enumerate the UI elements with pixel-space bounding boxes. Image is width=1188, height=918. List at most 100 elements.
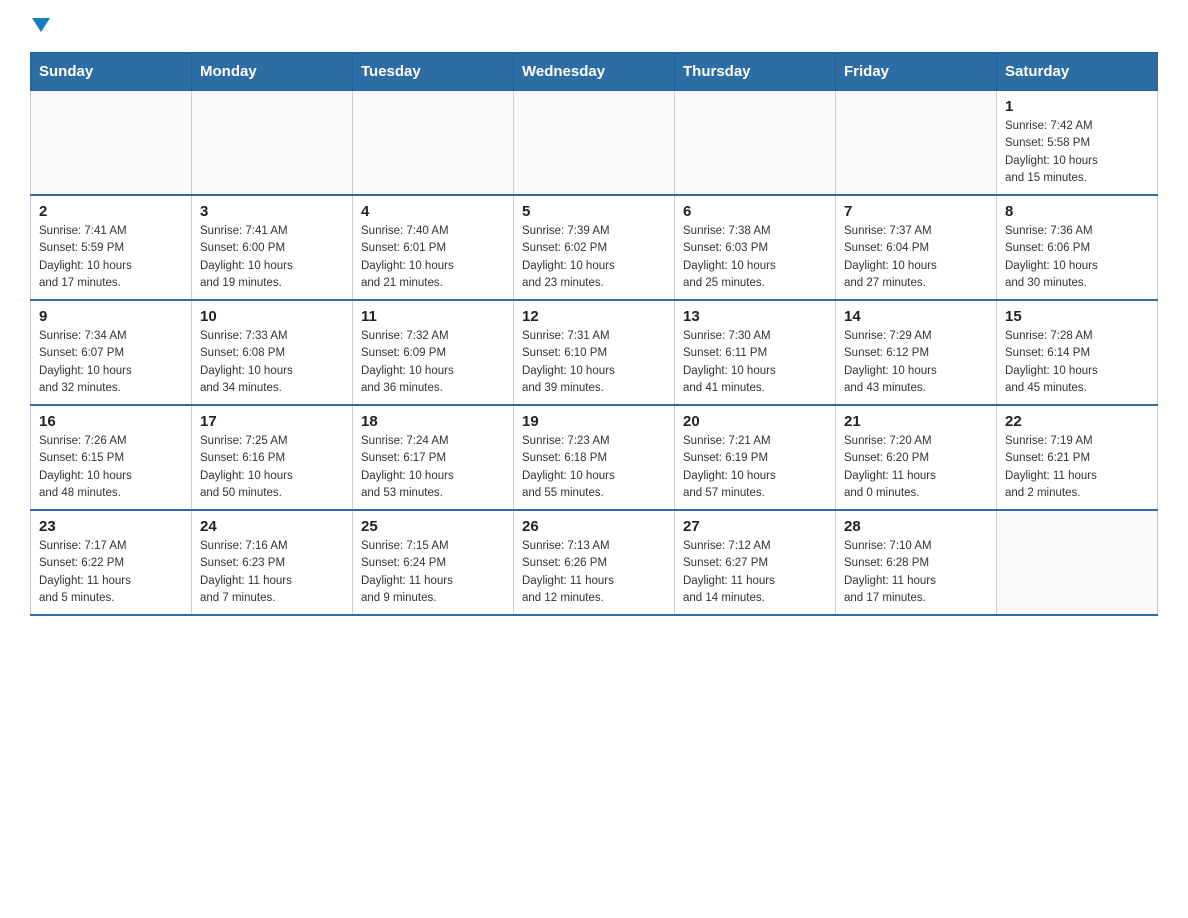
day-info: Sunrise: 7:38 AM Sunset: 6:03 PM Dayligh… <box>683 223 827 292</box>
day-number: 23 <box>39 518 183 535</box>
calendar-day-cell: 23 Sunrise: 7:17 AM Sunset: 6:22 PM Dayli… <box>31 510 192 615</box>
day-number: 18 <box>361 413 505 430</box>
header-tuesday: Tuesday <box>353 53 514 91</box>
day-info: Sunrise: 7:15 AM Sunset: 6:24 PM Dayligh… <box>361 538 505 607</box>
calendar-day-cell: 25 Sunrise: 7:15 AM Sunset: 6:24 PM Dayli… <box>353 510 514 615</box>
day-number: 6 <box>683 203 827 220</box>
day-number: 22 <box>1005 413 1149 430</box>
calendar-week-row: 9Sunrise: 7:34 AM Sunset: 6:07 PM Daylig… <box>31 300 1158 405</box>
calendar-day-cell: 27 Sunrise: 7:12 AM Sunset: 6:27 PM Dayli… <box>675 510 836 615</box>
day-info: Sunrise: 7:25 AM Sunset: 6:16 PM Dayligh… <box>200 433 344 502</box>
day-info: Sunrise: 7:20 AM Sunset: 6:20 PM Dayligh… <box>844 433 988 502</box>
calendar-body: 1 Sunrise: 7:42 AM Sunset: 5:58 PM Daylig… <box>31 91 1158 616</box>
day-info: Sunrise: 7:28 AM Sunset: 6:14 PM Dayligh… <box>1005 328 1149 397</box>
day-info: Sunrise: 7:40 AM Sunset: 6:01 PM Dayligh… <box>361 223 505 292</box>
day-info: Sunrise: 7:36 AM Sunset: 6:06 PM Dayligh… <box>1005 223 1149 292</box>
header-saturday: Saturday <box>997 53 1158 91</box>
day-info: Sunrise: 7:31 AM Sunset: 6:10 PM Dayligh… <box>522 328 666 397</box>
day-info: Sunrise: 7:24 AM Sunset: 6:17 PM Dayligh… <box>361 433 505 502</box>
day-info: Sunrise: 7:41 AM Sunset: 5:59 PM Dayligh… <box>39 223 183 292</box>
day-info: Sunrise: 7:30 AM Sunset: 6:11 PM Dayligh… <box>683 328 827 397</box>
header-monday: Monday <box>192 53 353 91</box>
calendar-day-cell: 3 Sunrise: 7:41 AM Sunset: 6:00 PM Daylig… <box>192 195 353 300</box>
day-info: Sunrise: 7:21 AM Sunset: 6:19 PM Dayligh… <box>683 433 827 502</box>
weekday-header-row: Sunday Monday Tuesday Wednesday Thursday… <box>31 53 1158 91</box>
calendar-day-cell <box>997 510 1158 615</box>
day-number: 28 <box>844 518 988 535</box>
calendar-week-row: 23 Sunrise: 7:17 AM Sunset: 6:22 PM Dayli… <box>31 510 1158 615</box>
calendar-day-cell: 14 Sunrise: 7:29 AM Sunset: 6:12 PM Dayli… <box>836 300 997 405</box>
logo <box>30 20 50 34</box>
header-thursday: Thursday <box>675 53 836 91</box>
day-info: Sunrise: 7:29 AM Sunset: 6:12 PM Dayligh… <box>844 328 988 397</box>
day-info: Sunrise: 7:16 AM Sunset: 6:23 PM Dayligh… <box>200 538 344 607</box>
day-info: Sunrise: 7:32 AM Sunset: 6:09 PM Dayligh… <box>361 328 505 397</box>
page-header <box>30 20 1158 34</box>
day-number: 11 <box>361 308 505 325</box>
day-info: Sunrise: 7:23 AM Sunset: 6:18 PM Dayligh… <box>522 433 666 502</box>
day-number: 13 <box>683 308 827 325</box>
calendar-day-cell: 13 Sunrise: 7:30 AM Sunset: 6:11 PM Dayli… <box>675 300 836 405</box>
day-number: 3 <box>200 203 344 220</box>
day-number: 5 <box>522 203 666 220</box>
calendar-day-cell: 16 Sunrise: 7:26 AM Sunset: 6:15 PM Dayli… <box>31 405 192 510</box>
day-info: Sunrise: 7:26 AM Sunset: 6:15 PM Dayligh… <box>39 433 183 502</box>
day-number: 12 <box>522 308 666 325</box>
day-info: Sunrise: 7:17 AM Sunset: 6:22 PM Dayligh… <box>39 538 183 607</box>
day-number: 17 <box>200 413 344 430</box>
calendar-day-cell: 20Sunrise: 7:21 AM Sunset: 6:19 PM Dayli… <box>675 405 836 510</box>
calendar-day-cell: 6 Sunrise: 7:38 AM Sunset: 6:03 PM Daylig… <box>675 195 836 300</box>
calendar-week-row: 1 Sunrise: 7:42 AM Sunset: 5:58 PM Daylig… <box>31 91 1158 196</box>
calendar-day-cell: 4 Sunrise: 7:40 AM Sunset: 6:01 PM Daylig… <box>353 195 514 300</box>
calendar-day-cell: 22 Sunrise: 7:19 AM Sunset: 6:21 PM Dayli… <box>997 405 1158 510</box>
day-info: Sunrise: 7:33 AM Sunset: 6:08 PM Dayligh… <box>200 328 344 397</box>
calendar-day-cell: 15 Sunrise: 7:28 AM Sunset: 6:14 PM Dayli… <box>997 300 1158 405</box>
day-info: Sunrise: 7:37 AM Sunset: 6:04 PM Dayligh… <box>844 223 988 292</box>
day-number: 2 <box>39 203 183 220</box>
calendar-day-cell <box>836 91 997 196</box>
calendar-day-cell: 19 Sunrise: 7:23 AM Sunset: 6:18 PM Dayli… <box>514 405 675 510</box>
calendar-week-row: 16 Sunrise: 7:26 AM Sunset: 6:15 PM Dayli… <box>31 405 1158 510</box>
day-info: Sunrise: 7:10 AM Sunset: 6:28 PM Dayligh… <box>844 538 988 607</box>
calendar-day-cell <box>675 91 836 196</box>
calendar-day-cell <box>192 91 353 196</box>
header-friday: Friday <box>836 53 997 91</box>
calendar-day-cell: 9Sunrise: 7:34 AM Sunset: 6:07 PM Daylig… <box>31 300 192 405</box>
day-info: Sunrise: 7:13 AM Sunset: 6:26 PM Dayligh… <box>522 538 666 607</box>
calendar-day-cell <box>514 91 675 196</box>
day-number: 21 <box>844 413 988 430</box>
calendar-day-cell: 24Sunrise: 7:16 AM Sunset: 6:23 PM Dayli… <box>192 510 353 615</box>
calendar-day-cell: 17 Sunrise: 7:25 AM Sunset: 6:16 PM Dayli… <box>192 405 353 510</box>
day-number: 8 <box>1005 203 1149 220</box>
day-number: 10 <box>200 308 344 325</box>
day-number: 1 <box>1005 98 1149 115</box>
calendar-header: Sunday Monday Tuesday Wednesday Thursday… <box>31 53 1158 91</box>
header-wednesday: Wednesday <box>514 53 675 91</box>
calendar-day-cell <box>31 91 192 196</box>
calendar-day-cell: 18 Sunrise: 7:24 AM Sunset: 6:17 PM Dayli… <box>353 405 514 510</box>
day-number: 27 <box>683 518 827 535</box>
day-info: Sunrise: 7:41 AM Sunset: 6:00 PM Dayligh… <box>200 223 344 292</box>
calendar-day-cell: 26 Sunrise: 7:13 AM Sunset: 6:26 PM Dayli… <box>514 510 675 615</box>
day-info: Sunrise: 7:19 AM Sunset: 6:21 PM Dayligh… <box>1005 433 1149 502</box>
day-info: Sunrise: 7:39 AM Sunset: 6:02 PM Dayligh… <box>522 223 666 292</box>
calendar-day-cell: 8 Sunrise: 7:36 AM Sunset: 6:06 PM Daylig… <box>997 195 1158 300</box>
calendar-day-cell: 12 Sunrise: 7:31 AM Sunset: 6:10 PM Dayli… <box>514 300 675 405</box>
day-number: 16 <box>39 413 183 430</box>
calendar-day-cell: 21 Sunrise: 7:20 AM Sunset: 6:20 PM Dayli… <box>836 405 997 510</box>
calendar-day-cell: 10 Sunrise: 7:33 AM Sunset: 6:08 PM Dayli… <box>192 300 353 405</box>
header-sunday: Sunday <box>31 53 192 91</box>
day-info: Sunrise: 7:12 AM Sunset: 6:27 PM Dayligh… <box>683 538 827 607</box>
calendar-day-cell: 5 Sunrise: 7:39 AM Sunset: 6:02 PM Daylig… <box>514 195 675 300</box>
day-number: 9 <box>39 308 183 325</box>
day-number: 19 <box>522 413 666 430</box>
day-number: 25 <box>361 518 505 535</box>
day-number: 15 <box>1005 308 1149 325</box>
day-info: Sunrise: 7:42 AM Sunset: 5:58 PM Dayligh… <box>1005 118 1149 187</box>
day-number: 4 <box>361 203 505 220</box>
calendar-day-cell: 1 Sunrise: 7:42 AM Sunset: 5:58 PM Daylig… <box>997 91 1158 196</box>
day-number: 26 <box>522 518 666 535</box>
calendar-day-cell <box>353 91 514 196</box>
day-number: 14 <box>844 308 988 325</box>
calendar-day-cell: 2 Sunrise: 7:41 AM Sunset: 5:59 PM Daylig… <box>31 195 192 300</box>
